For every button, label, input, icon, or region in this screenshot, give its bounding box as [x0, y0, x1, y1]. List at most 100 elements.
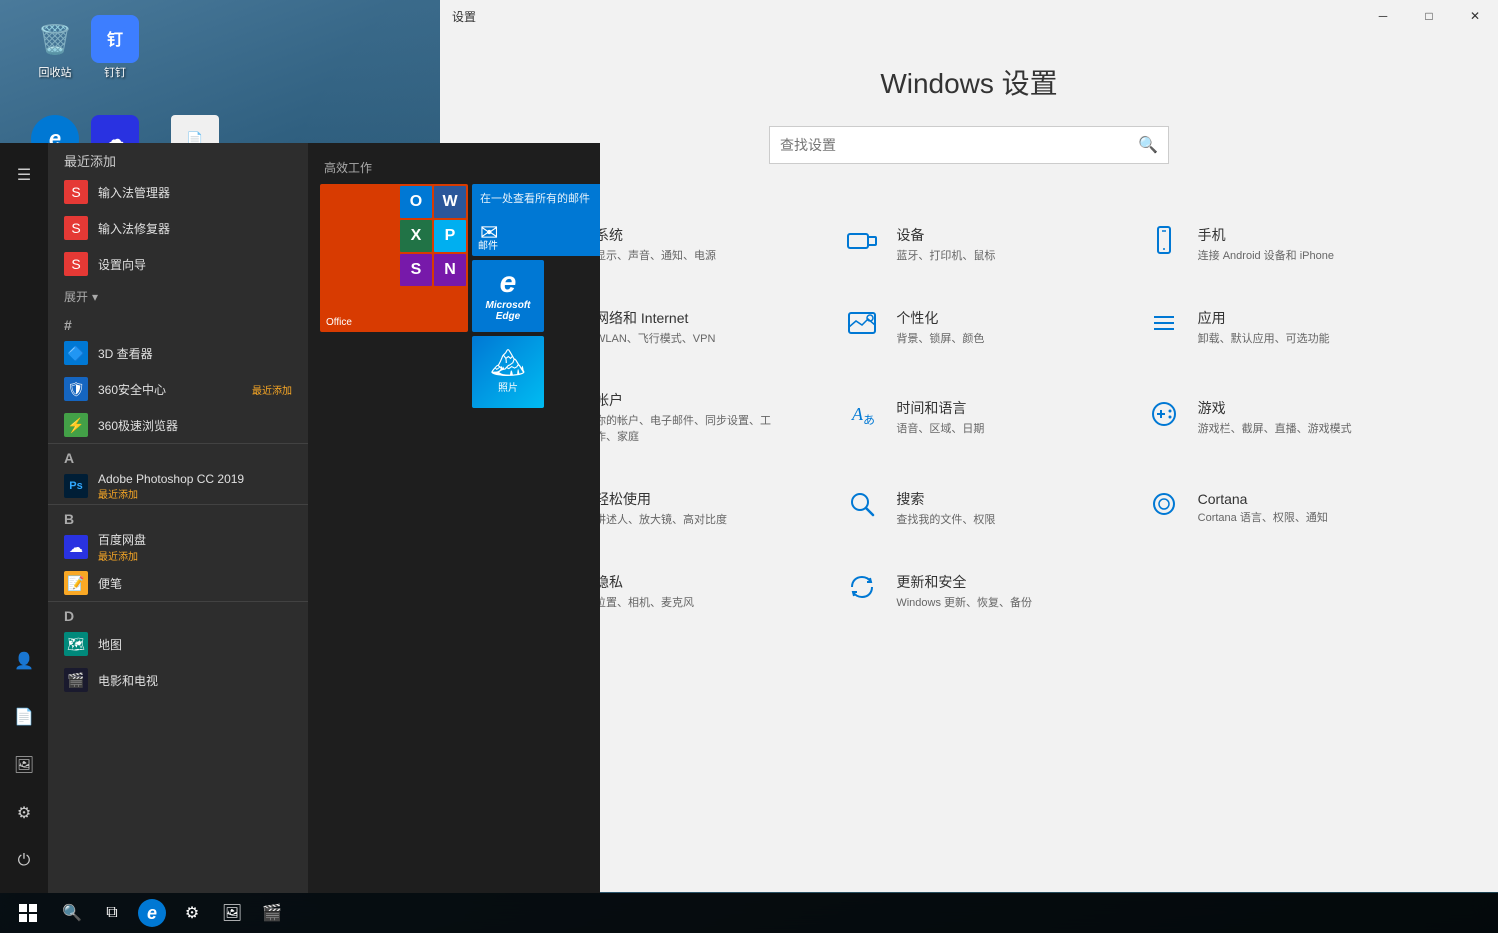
edge-tile-icon: e: [500, 266, 517, 300]
tile-photos[interactable]: 🏔 照片: [472, 336, 544, 408]
settings-search-input[interactable]: [780, 137, 1138, 153]
start-user-icon[interactable]: 👤: [0, 637, 48, 685]
app-item-input-repair[interactable]: S 输入法修复器: [48, 210, 308, 246]
maps-label: 地图: [98, 636, 292, 653]
taskbar-media-pinned[interactable]: 🎬: [252, 893, 292, 933]
settings-window-title: 设置: [452, 8, 476, 25]
photos-tile-icon: 🏔: [490, 346, 526, 379]
cortana-icon: [1146, 488, 1182, 527]
maximize-icon: □: [1425, 9, 1432, 23]
3d-viewer-icon: 🔷: [64, 341, 88, 365]
app-item-360-speed[interactable]: ⚡ 360极速浏览器: [48, 407, 308, 443]
start-button[interactable]: [8, 893, 48, 933]
minimize-button[interactable]: ─: [1360, 0, 1406, 32]
app-item-maps[interactable]: 🗺 地图: [48, 626, 308, 662]
start-tiles-panel: 高效工作 O W X P S N Office: [308, 143, 600, 893]
cortana-subtitle: Cortana 语言、权限、通知: [1198, 509, 1328, 525]
tiles-grid: O W X P S N Office 在一处查看所有的邮件 ✉: [320, 184, 588, 408]
alpha-d: D: [48, 601, 308, 626]
cortana-title: Cortana: [1198, 491, 1328, 507]
titlebar-controls: ─ □ ✕: [1360, 0, 1498, 32]
taskbar-icons: 🔍 ⧉ e ⚙ 🖼 🎬: [52, 893, 292, 933]
taskbar-photos-pinned[interactable]: 🖼: [212, 893, 252, 933]
tile-edge[interactable]: e Microsoft Edge: [472, 260, 544, 332]
pin-icon: 钉: [91, 15, 139, 63]
app-item-baidu-pan[interactable]: ☁ 百度网盘 最近添加: [48, 529, 308, 565]
baidu-pan-icon: ☁: [64, 535, 88, 559]
start-hamburger-button[interactable]: ☰: [0, 151, 48, 199]
start-pictures-icon[interactable]: 🖼: [0, 741, 48, 789]
recycle-bin-icon: 🗑️: [31, 15, 79, 63]
network-subtitle: WLAN、飞行模式、VPN: [595, 330, 715, 346]
app-item-360-security[interactable]: 🛡 360安全中心 最近添加: [48, 371, 308, 407]
settings-item-time[interactable]: A あ 时间和语言 语音、区域、日期: [820, 370, 1117, 464]
tiles-section-title: 高效工作: [320, 159, 588, 176]
update-icon: [844, 571, 880, 610]
settings-item-search[interactable]: 搜索 查找我的文件、权限: [820, 468, 1117, 547]
expand-button[interactable]: 展开 ▾: [48, 282, 308, 311]
settings-item-cortana[interactable]: Cortana Cortana 语言、权限、通知: [1122, 468, 1419, 547]
gaming-title: 游戏: [1198, 398, 1352, 418]
alpha-a: A: [48, 443, 308, 468]
app-item-movies[interactable]: 🎬 电影和电视: [48, 662, 308, 698]
app-item-settings-wizard[interactable]: S 设置向导: [48, 246, 308, 282]
start-documents-icon[interactable]: 📄: [0, 693, 48, 741]
tile-email-label: 邮件: [478, 237, 498, 252]
input-repair-icon: S: [64, 216, 88, 240]
settings-search-icon[interactable]: 🔍: [1138, 135, 1158, 155]
alpha-pound: #: [48, 311, 308, 335]
ps-app-badge: 最近添加: [98, 486, 292, 501]
search-text: 搜索 查找我的文件、权限: [896, 489, 995, 527]
recent-section-title: 最近添加: [48, 143, 308, 174]
cortana-text: Cortana Cortana 语言、权限、通知: [1198, 491, 1328, 525]
tile-office-label: Office: [326, 317, 352, 328]
settings-search-box[interactable]: 🔍: [769, 126, 1169, 164]
settings-titlebar: 设置 ─ □ ✕: [440, 0, 1498, 32]
360-security-icon: 🛡: [64, 377, 88, 401]
tile-email[interactable]: 在一处查看所有的邮件 ✉ 邮件: [472, 184, 600, 256]
tile-office[interactable]: O W X P S N Office: [320, 184, 468, 332]
start-power-icon[interactable]: ⏻: [0, 837, 48, 885]
settings-item-gaming[interactable]: 游戏 游戏栏、截屏、直播、游戏模式: [1122, 370, 1419, 464]
recycle-bin-label: 回收站: [39, 67, 72, 80]
settings-item-phone[interactable]: 手机 连接 Android 设备和 iPhone: [1122, 204, 1419, 283]
settings-item-personalize[interactable]: 个性化 背景、锁屏、颜色: [820, 287, 1117, 366]
devices-icon: [844, 224, 880, 263]
app-item-input-manager[interactable]: S 输入法管理器: [48, 174, 308, 210]
taskbar-task-view[interactable]: ⧉: [92, 893, 132, 933]
minimize-icon: ─: [1379, 9, 1388, 23]
sub-tile-word: W: [434, 186, 466, 218]
tile-edge-label: Microsoft Edge: [472, 300, 544, 322]
phone-text: 手机 连接 Android 设备和 iPhone: [1198, 225, 1334, 263]
devices-subtitle: 蓝牙、打印机、鼠标: [896, 247, 995, 263]
taskbar-edge-pinned[interactable]: e: [132, 893, 172, 933]
360-speed-icon: ⚡: [64, 413, 88, 437]
settings-item-apps[interactable]: 应用 卸载、默认应用、可选功能: [1122, 287, 1419, 366]
settings-item-update[interactable]: 更新和安全 Windows 更新、恢复、备份: [820, 551, 1117, 630]
close-button[interactable]: ✕: [1452, 0, 1498, 32]
svg-text:あ: あ: [863, 413, 875, 427]
start-settings-icon[interactable]: ⚙: [0, 789, 48, 837]
search-icon: [844, 488, 880, 527]
baidu-pan-text: 百度网盘 最近添加: [98, 531, 292, 563]
taskbar-search[interactable]: 🔍: [52, 893, 92, 933]
start-left-panel: ☰ 👤 📄 🖼 ⚙ ⏻: [0, 143, 48, 893]
app-item-notepad[interactable]: 📝 便笔: [48, 565, 308, 601]
alpha-b: B: [48, 504, 308, 529]
maps-icon: 🗺: [64, 632, 88, 656]
taskbar-settings-pinned[interactable]: ⚙: [172, 893, 212, 933]
accounts-title: 帐户: [595, 390, 792, 410]
phone-icon: [1146, 224, 1182, 263]
ps-app-text: Adobe Photoshop CC 2019 最近添加: [98, 472, 292, 501]
maximize-button[interactable]: □: [1406, 0, 1452, 32]
tiles-col-2: 在一处查看所有的邮件 ✉ 邮件 e Microsoft Edge 🏔 照片: [472, 184, 600, 408]
app-item-3d-viewer[interactable]: 🔷 3D 查看器: [48, 335, 308, 371]
app-item-ps[interactable]: Ps Adobe Photoshop CC 2019 最近添加: [48, 468, 308, 504]
update-title: 更新和安全: [896, 572, 1032, 592]
office-sub-tiles: O W X P S N: [400, 186, 466, 286]
accessibility-text: 轻松使用 讲述人、放大镜、高对比度: [595, 489, 727, 527]
gaming-subtitle: 游戏栏、截屏、直播、游戏模式: [1198, 420, 1352, 436]
settings-item-devices[interactable]: 设备 蓝牙、打印机、鼠标: [820, 204, 1117, 283]
desktop-icon-pin[interactable]: 钉 钉钉: [75, 15, 155, 80]
expand-label: 展开: [64, 288, 88, 305]
